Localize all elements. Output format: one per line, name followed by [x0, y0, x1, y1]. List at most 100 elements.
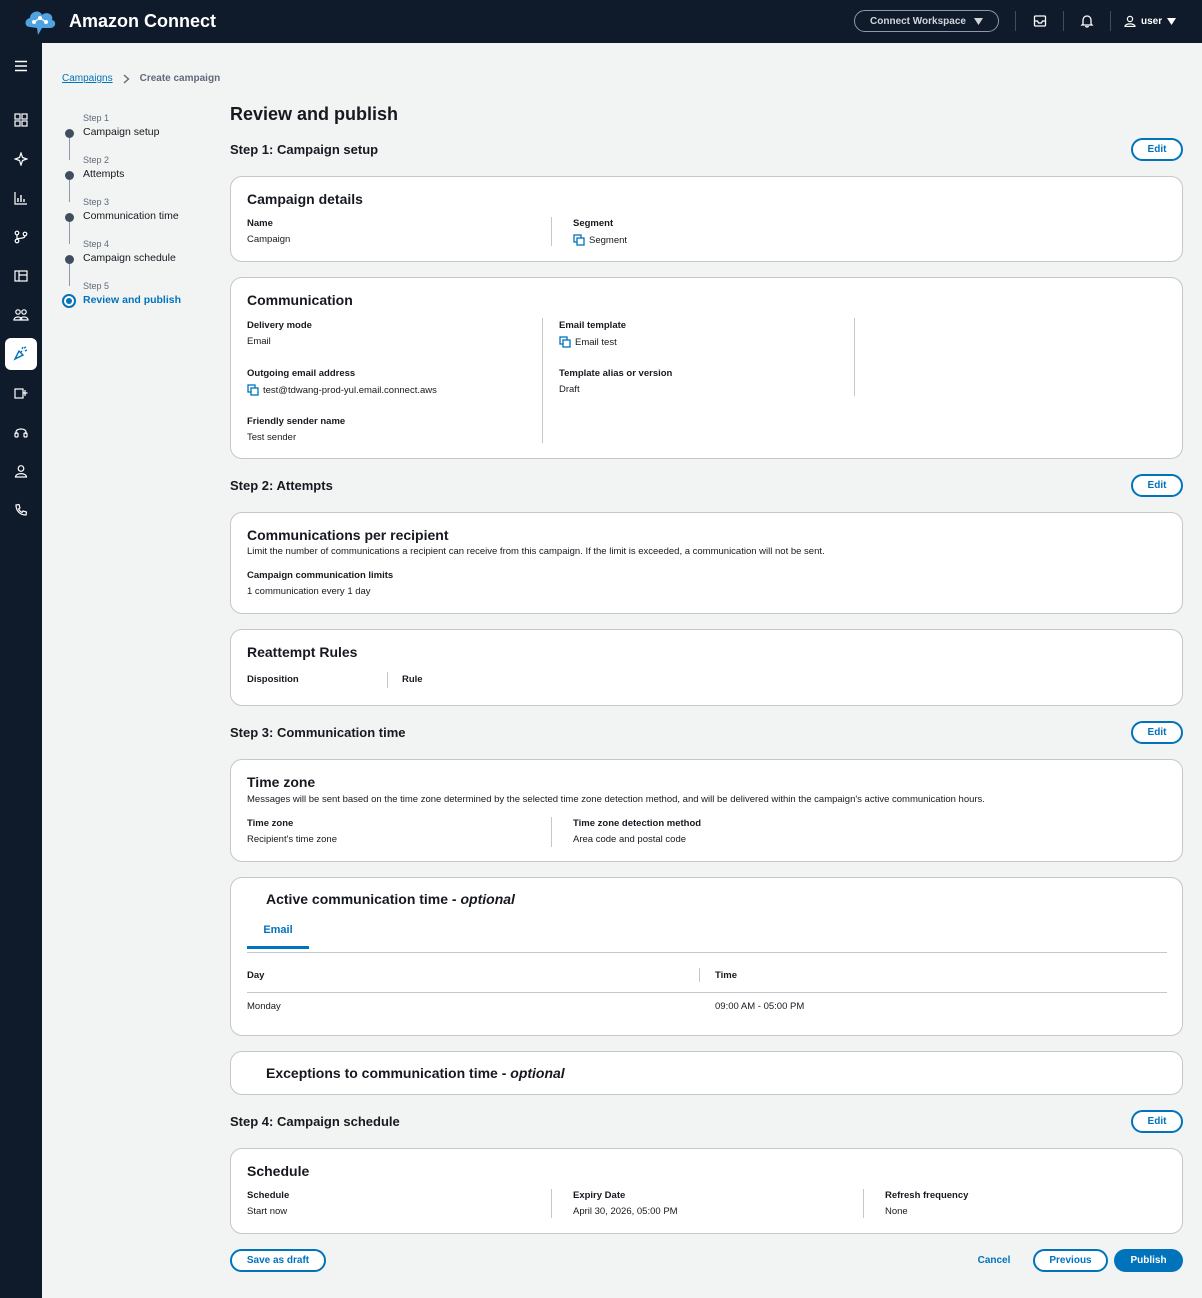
field-value: Start now [247, 1206, 288, 1217]
campaigns-icon[interactable] [5, 338, 37, 370]
card-description: Messages will be sent based on the time … [247, 794, 985, 805]
field-value: Email [247, 336, 271, 347]
copy-icon[interactable] [573, 234, 585, 246]
expander-header[interactable]: Exceptions to communication time - optio… [266, 1065, 565, 1081]
users-group-icon[interactable] [5, 299, 37, 331]
step3-header: Step 3: Communication time Edit [230, 721, 1183, 745]
wizard-step-2[interactable]: Step 2 Attempts [62, 152, 212, 202]
table-cell-time: 09:00 AM - 05:00 PM [715, 1001, 805, 1012]
breadcrumb-campaigns-link[interactable]: Campaigns [62, 73, 113, 84]
breadcrumb-current: Create campaign [139, 73, 221, 84]
field-label: Email template [559, 320, 627, 331]
expander-title: Active communication time - [266, 891, 461, 907]
time-zone-field: Time zone Recipient's time zone [247, 818, 337, 845]
field-label: Schedule [247, 1190, 290, 1201]
step-dot-icon [65, 171, 74, 180]
field-label: Segment [573, 218, 614, 229]
field-value: None [885, 1206, 908, 1217]
phone-icon[interactable] [5, 494, 37, 526]
step4-header: Step 4: Campaign schedule Edit [230, 1110, 1183, 1134]
sender-name-field: Friendly sender name Test sender [247, 416, 345, 443]
user-icon [1124, 15, 1136, 27]
wizard-step-1[interactable]: Step 1 Campaign setup [62, 110, 212, 160]
connect-workspace-button[interactable]: Connect Workspace [854, 10, 999, 32]
routing-icon[interactable] [5, 221, 37, 253]
card-title: Campaign details [247, 191, 363, 207]
step-number: Step 3 [83, 197, 110, 207]
analytics-icon[interactable] [5, 182, 37, 214]
field-label: Friendly sender name [247, 416, 346, 427]
dashboard-icon[interactable] [5, 104, 37, 136]
left-navigation [0, 43, 42, 1298]
field-label: Name [247, 218, 273, 229]
communications-per-recipient-card: Communications per recipient Limit the n… [230, 512, 1183, 614]
divider [1110, 11, 1111, 31]
optional-label: optional [460, 891, 515, 907]
divider [542, 318, 543, 443]
previous-button[interactable]: Previous [1033, 1249, 1108, 1272]
edit-step1-button[interactable]: Edit [1131, 138, 1183, 161]
campaign-details-card: Campaign details Name Campaign Segment S… [230, 176, 1183, 262]
field-label: Outgoing email address [247, 368, 356, 379]
copy-icon[interactable] [559, 336, 571, 348]
field-label: Expiry Date [573, 1190, 626, 1201]
app-title[interactable]: Amazon Connect [69, 11, 216, 32]
edit-step4-button[interactable]: Edit [1131, 1110, 1183, 1133]
step-label: Campaign setup [83, 126, 160, 138]
step-label: Review and publish [83, 294, 182, 306]
copy-icon[interactable] [247, 384, 259, 396]
delivery-mode-field: Delivery mode Email [247, 320, 312, 347]
sparkle-icon[interactable] [5, 143, 37, 175]
detection-method-field: Time zone detection method Area code and… [573, 818, 701, 845]
card-title: Schedule [247, 1163, 310, 1179]
step-number: Step 2 [83, 155, 110, 165]
wizard-step-4[interactable]: Step 4 Campaign schedule [62, 236, 212, 286]
user-icon[interactable] [5, 455, 37, 487]
schedule-field: Schedule Start now [247, 1190, 289, 1217]
inbox-icon[interactable] [1031, 12, 1049, 30]
table-cell-day: Monday [247, 1001, 281, 1012]
segment-field: Segment Segment [573, 218, 627, 246]
field-value: Test sender [247, 432, 297, 443]
save-as-draft-button[interactable]: Save as draft [230, 1249, 326, 1272]
publish-button[interactable]: Publish [1114, 1249, 1183, 1272]
wizard-step-3[interactable]: Step 3 Communication time [62, 194, 212, 244]
expander-title: Exceptions to communication time - [266, 1065, 511, 1081]
top-bar: Amazon Connect Connect Workspace user [0, 0, 1202, 43]
step-label: Attempts [83, 168, 125, 180]
divider [699, 968, 700, 982]
communication-card: Communication Delivery mode Email Outgoi… [230, 277, 1183, 459]
divider [863, 1189, 864, 1218]
expander-header[interactable]: Active communication time - optional [266, 891, 515, 907]
cancel-button[interactable]: Cancel [968, 1249, 1020, 1272]
notifications-bell-icon[interactable] [1078, 12, 1096, 30]
divider [551, 817, 552, 847]
user-menu-button[interactable]: user [1124, 12, 1177, 30]
page-title: Review and publish [230, 104, 399, 124]
workspace-label: Connect Workspace [870, 15, 966, 27]
field-value: April 30, 2026, 05:00 PM [573, 1206, 678, 1217]
card-title: Communication [247, 292, 353, 308]
field-label: Delivery mode [247, 320, 312, 331]
menu-icon[interactable] [5, 50, 37, 82]
edit-step3-button[interactable]: Edit [1131, 721, 1183, 744]
field-label: Time zone [247, 818, 294, 829]
step-label: Campaign schedule [83, 252, 176, 264]
field-label: Refresh frequency [885, 1190, 969, 1201]
divider [854, 318, 855, 396]
user-label: user [1141, 15, 1163, 27]
edit-step2-button[interactable]: Edit [1131, 474, 1183, 497]
agent-app-icon[interactable] [5, 377, 37, 409]
field-value: Draft [559, 384, 580, 395]
channels-icon[interactable] [5, 260, 37, 292]
optional-label: optional [510, 1065, 565, 1081]
step-current-icon [62, 294, 76, 308]
headset-icon[interactable] [5, 416, 37, 448]
field-value: 1 communication every 1 day [247, 586, 371, 597]
tab-divider [247, 952, 1167, 953]
tab-email[interactable]: Email [247, 924, 309, 936]
exceptions-card: Exceptions to communication time - optio… [230, 1051, 1183, 1095]
divider [387, 672, 388, 688]
amazon-connect-logo-icon[interactable] [22, 5, 58, 37]
section-title: Step 3: Communication time [230, 725, 406, 740]
